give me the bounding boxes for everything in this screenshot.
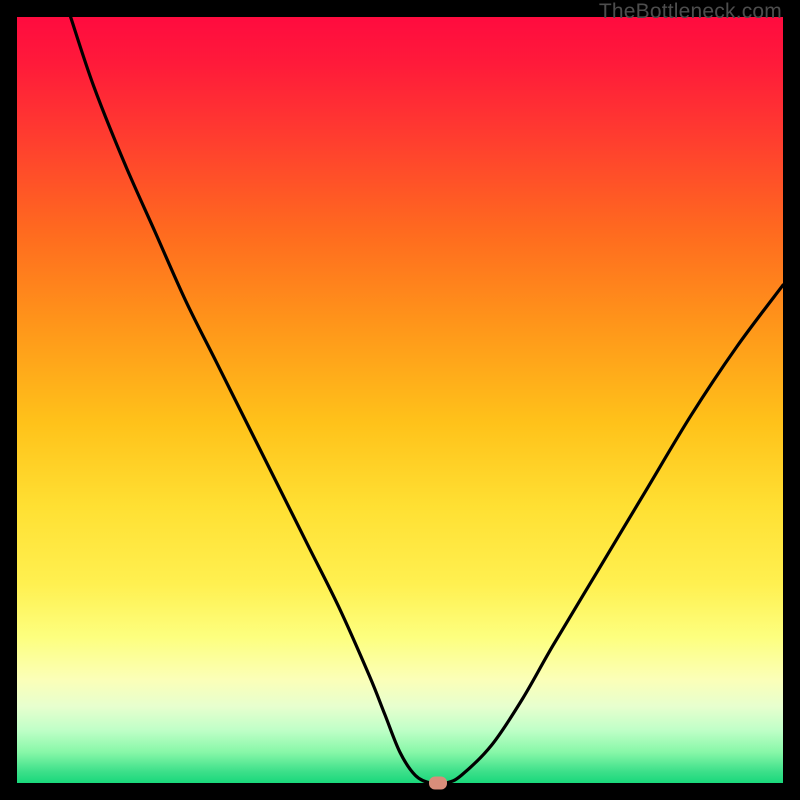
optimal-point-marker [429,777,447,790]
chart-frame: TheBottleneck.com [0,0,800,800]
chart-curve-svg [17,17,783,783]
watermark-text: TheBottleneck.com [599,0,782,24]
bottleneck-curve [71,17,783,784]
